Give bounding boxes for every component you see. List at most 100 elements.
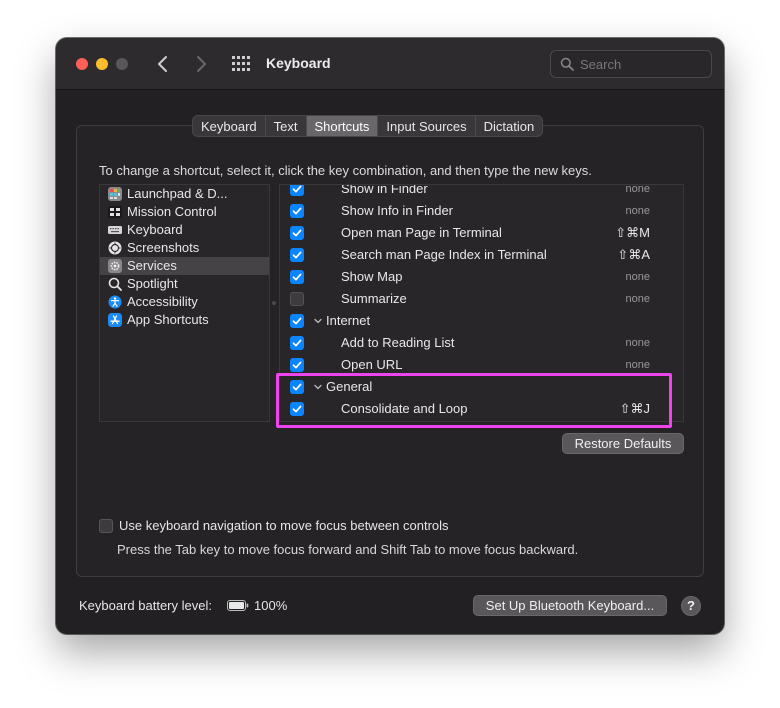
service-name: Add to Reading List [341,335,455,350]
checkmark-icon [292,207,302,215]
category-item-launchpad[interactable]: Launchpad & D... [100,185,269,203]
keyboard-icon [108,226,122,234]
gear-icon [108,259,122,273]
screenshot-icon [108,241,122,255]
service-group-row[interactable]: Internet [280,311,683,333]
tab-input-sources[interactable]: Input Sources [378,116,476,136]
category-item-spotlight[interactable]: Spotlight [100,275,269,293]
minimize-window-button[interactable] [96,58,108,70]
tab-text[interactable]: Text [266,116,307,136]
tab-shortcuts[interactable]: Shortcuts [306,116,379,136]
title-bar: Keyboard [56,38,724,90]
service-group-name: Internet [326,313,371,328]
back-button[interactable] [153,53,173,75]
setup-bluetooth-keyboard-button[interactable]: Set Up Bluetooth Keyboard... [473,595,667,616]
search-input[interactable] [580,55,704,73]
spotlight-icon [108,277,122,291]
category-item-keyboard[interactable]: Keyboard [100,221,269,239]
service-shortcut[interactable]: ⇧⌘A [617,247,650,263]
checkmark-icon [292,339,302,347]
grid-icon [232,56,250,71]
checkmark-icon [292,229,302,237]
service-name: Show Map [341,269,403,284]
category-label: Launchpad & D... [127,186,228,201]
disclosure-chevron-icon[interactable] [313,316,323,326]
app-store-icon [108,313,122,327]
instructions-text: To change a shortcut, select it, click t… [99,163,592,178]
category-item-mission-control[interactable]: Mission Control [100,203,269,221]
category-item-services[interactable]: Services [100,257,269,275]
service-shortcut[interactable]: ⇧⌘M [615,225,650,241]
show-all-button[interactable] [231,55,251,73]
keyboard-navigation-hint: Press the Tab key to move focus forward … [117,542,579,557]
service-shortcut[interactable]: none [626,271,650,283]
checkmark-icon [292,273,302,281]
category-item-screenshots[interactable]: Screenshots [100,239,269,257]
battery-level-label: Keyboard battery level: [79,598,212,613]
keyboard-navigation-label[interactable]: Use keyboard navigation to move focus be… [119,518,449,533]
service-name: Open URL [341,357,403,372]
category-label: App Shortcuts [127,312,209,327]
category-label: Accessibility [127,294,198,309]
service-shortcut[interactable]: none [626,359,650,371]
service-shortcut[interactable]: none [626,205,650,217]
tab-bar: Keyboard Text Shortcuts Input Sources Di… [192,115,544,137]
service-checkbox[interactable] [290,248,304,262]
category-label: Spotlight [127,276,178,291]
service-row[interactable]: Show Map none [280,267,683,289]
service-row[interactable]: Search man Page Index in Terminal ⇧⌘A [280,245,683,267]
service-name: Open man Page in Terminal [341,225,502,240]
search-field[interactable] [550,50,712,78]
zoom-window-button[interactable] [116,58,128,70]
checkmark-icon [292,317,302,325]
chevron-right-icon [197,56,206,72]
service-checkbox[interactable] [290,292,304,306]
checkmark-icon [292,361,302,369]
forward-button[interactable] [191,53,211,75]
keyboard-preferences-window: Keyboard Keyboard Text Shortcuts Input S… [56,38,724,634]
close-window-button[interactable] [76,58,88,70]
category-label: Services [127,258,177,273]
category-item-app-shortcuts[interactable]: App Shortcuts [100,311,269,329]
chevron-left-icon [158,56,167,72]
service-shortcut[interactable]: none [626,185,650,195]
mission-control-icon [108,206,122,218]
service-checkbox[interactable] [290,270,304,284]
service-row[interactable]: Summarize none [280,289,683,311]
help-button[interactable]: ? [681,596,701,616]
tab-dictation[interactable]: Dictation [476,116,543,136]
service-checkbox[interactable] [290,314,304,328]
service-checkbox[interactable] [290,336,304,350]
service-row[interactable]: Show Info in Finder none [280,201,683,223]
service-shortcut[interactable]: none [626,293,650,305]
service-row[interactable]: Open man Page in Terminal ⇧⌘M [280,223,683,245]
service-name: Summarize [341,291,407,306]
category-list[interactable]: Launchpad & D... Mission Control Keyboar… [99,184,270,422]
battery-icon [227,600,249,611]
category-label: Mission Control [127,204,217,219]
tab-keyboard[interactable]: Keyboard [193,116,266,136]
service-checkbox[interactable] [290,226,304,240]
launchpad-icon [108,187,122,201]
service-row[interactable]: Show in Finder none [280,184,683,201]
keyboard-navigation-checkbox[interactable] [99,519,113,533]
search-icon [560,57,574,71]
checkmark-icon [292,251,302,259]
split-view-handle[interactable] [272,301,276,305]
accessibility-icon [108,295,122,309]
service-name: Show Info in Finder [341,203,454,218]
category-item-accessibility[interactable]: Accessibility [100,293,269,311]
service-name: Show in Finder [341,184,428,196]
service-row[interactable]: Add to Reading List none [280,333,683,355]
category-label: Keyboard [127,222,183,237]
window-title: Keyboard [266,55,331,71]
category-label: Screenshots [127,240,200,255]
battery-percent: 100% [254,598,288,613]
service-checkbox[interactable] [290,358,304,372]
service-name: Search man Page Index in Terminal [341,247,547,262]
service-checkbox[interactable] [290,185,304,196]
service-shortcut[interactable]: none [626,337,650,349]
service-checkbox[interactable] [290,204,304,218]
restore-defaults-button[interactable]: Restore Defaults [562,433,684,454]
checkmark-icon [292,185,302,193]
